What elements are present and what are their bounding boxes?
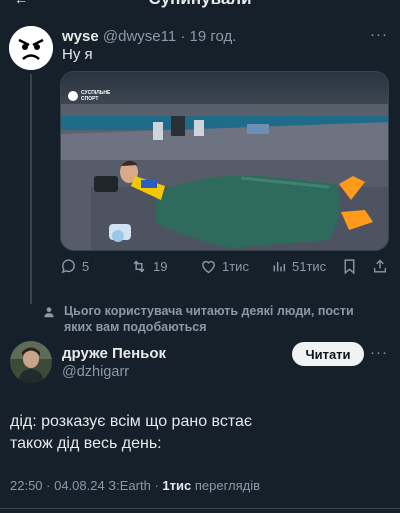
avatar[interactable] xyxy=(10,341,52,383)
avatar[interactable] xyxy=(9,26,53,70)
tweet-text: дід: розказує всім що рано встає також д… xyxy=(10,411,390,455)
views-label: переглядів xyxy=(194,478,261,493)
share-icon xyxy=(374,259,386,273)
divider xyxy=(0,508,400,509)
like-icon xyxy=(202,260,215,274)
view-count: 51тис xyxy=(292,258,327,274)
timestamp[interactable]: 19 год. xyxy=(190,28,237,45)
bookmark-button[interactable] xyxy=(342,258,357,275)
tweet-media[interactable]: СУСПІЛЬНЕ СПОРТ xyxy=(60,71,389,251)
timestamp[interactable]: 22:50 · 04.08.24 З:Earth · xyxy=(10,478,159,493)
reply-icon xyxy=(61,259,75,274)
reply-button[interactable]: 5 xyxy=(60,258,89,275)
reply-count: 5 xyxy=(82,259,90,274)
person-icon xyxy=(44,307,54,318)
svg-text:СПОРТ: СПОРТ xyxy=(81,96,98,102)
more-icon[interactable]: ··· xyxy=(370,344,388,361)
tweet-header: wyse @dwyse11 · 19 год. xyxy=(62,28,236,45)
share-button[interactable] xyxy=(372,258,388,275)
tweet-text-line: також дід весь день: xyxy=(10,435,162,452)
views-button[interactable]: 51тис xyxy=(271,258,326,274)
social-context-notice: Цього користувача читають деякі люди, по… xyxy=(42,303,382,335)
retweet-button[interactable]: 19 xyxy=(130,258,167,275)
notice-text: Цього користувача читають деякі люди, по… xyxy=(64,304,354,334)
tweet-actions: 5 19 1тис 51тис xyxy=(60,258,395,280)
handle[interactable]: @dzhigarr xyxy=(62,364,129,380)
like-count: 1тис xyxy=(222,258,249,274)
like-button[interactable]: 1тис xyxy=(200,258,249,274)
display-name[interactable]: друже Пеньок xyxy=(62,345,166,362)
views-icon xyxy=(273,262,286,272)
more-icon[interactable]: ··· xyxy=(370,26,388,43)
handle[interactable]: @dwyse11 xyxy=(103,28,176,45)
bookmark-icon xyxy=(344,259,355,275)
page-title: Cупинували xyxy=(0,0,400,9)
display-name[interactable]: wyse xyxy=(62,28,99,45)
view-count: 1тис xyxy=(162,478,192,493)
thread-line xyxy=(30,74,32,304)
tweet-meta: 22:50 · 04.08.24 З:Earth · 1тис перегляд… xyxy=(10,478,260,493)
tweet-text: Ну я xyxy=(62,46,93,63)
follow-button[interactable]: Читати xyxy=(292,342,364,366)
retweet-icon xyxy=(133,260,145,273)
tweet-text-line: дід: розказує всім що рано встає xyxy=(10,413,253,430)
retweet-count: 19 xyxy=(153,259,168,274)
separator: · xyxy=(180,28,186,45)
top-bar: ← Cупинували xyxy=(0,0,400,8)
